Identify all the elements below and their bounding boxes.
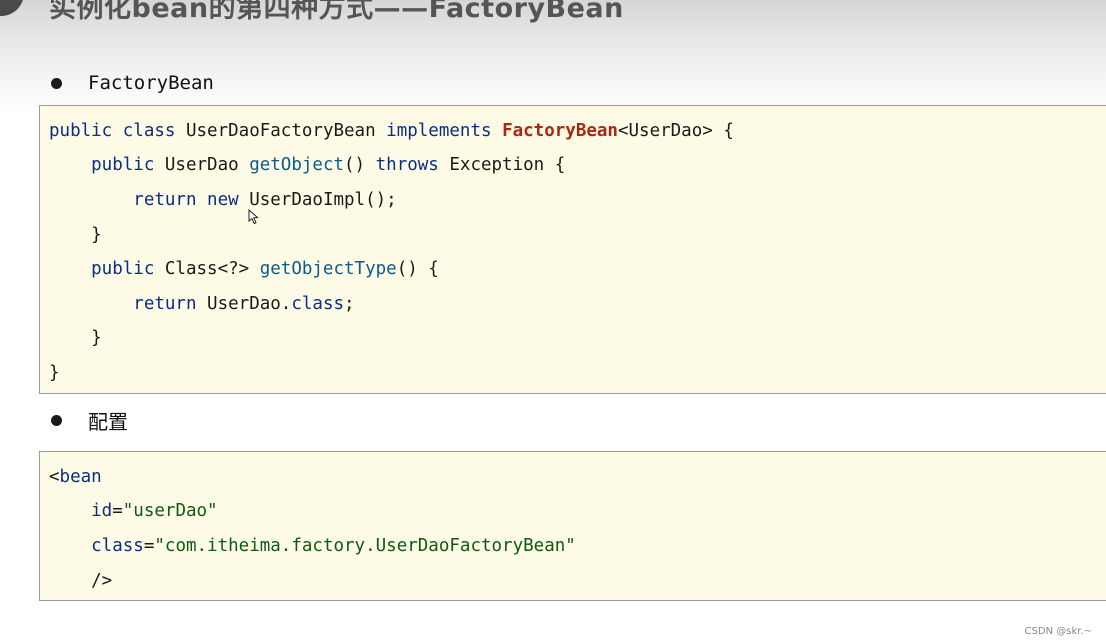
code-line: <bean — [49, 465, 102, 489]
code-text: UserDao. — [196, 294, 292, 314]
code-text: Exception { — [438, 155, 566, 175]
xml-tag: bean — [59, 467, 102, 487]
code-line: return new UserDaoImpl(); — [49, 188, 397, 212]
bullet-label: FactoryBean — [88, 72, 214, 94]
code-keyword: throws — [375, 155, 439, 175]
code-line: public Class<?> getObjectType() { — [49, 257, 439, 281]
code-text: ; — [344, 294, 355, 314]
xml-attribute: class — [49, 536, 144, 556]
code-line: return UserDao.class; — [49, 292, 355, 316]
code-keyword: return new — [49, 190, 239, 210]
code-text: } — [49, 225, 102, 245]
code-text: /> — [49, 571, 113, 591]
bullet-config: 配置 — [51, 406, 128, 435]
code-keyword: class — [291, 294, 345, 314]
xml-attribute: id — [49, 501, 113, 521]
code-method: getObject — [249, 155, 345, 175]
code-text: () — [344, 155, 376, 175]
watermark: CSDN @skr.~ — [1024, 626, 1092, 637]
code-text: UserDao — [154, 155, 250, 175]
code-line: } — [49, 223, 102, 247]
code-line: } — [49, 361, 60, 385]
code-keyword: implements — [386, 121, 492, 141]
code-highlight: FactoryBean — [502, 121, 618, 141]
bullet-dot-icon — [51, 415, 62, 426]
bullet-dot-icon — [51, 77, 62, 89]
code-text: } — [49, 328, 102, 348]
java-code-block: public class UserDaoFactoryBean implemen… — [39, 105, 1106, 394]
code-line: public class UserDaoFactoryBean implemen… — [49, 119, 734, 143]
xml-value: "com.itheima.factory.UserDaoFactoryBean" — [154, 536, 576, 556]
code-line: id="userDao" — [49, 499, 218, 523]
code-text: < — [49, 467, 60, 487]
code-keyword: public — [49, 155, 155, 175]
code-keyword: return — [49, 294, 197, 314]
code-keyword: public class — [49, 121, 176, 141]
bullet-factorybean: FactoryBean — [51, 72, 214, 94]
code-line: class="com.itheima.factory.UserDaoFactor… — [49, 534, 576, 558]
xml-value: "userDao" — [122, 501, 218, 521]
code-line: /> — [49, 569, 112, 593]
code-text: UserDaoFactoryBean — [175, 121, 387, 141]
code-keyword: public — [49, 259, 155, 279]
code-text: = — [112, 501, 123, 521]
code-line: public UserDao getObject() throws Except… — [49, 153, 565, 177]
slide-page: 实例化bean的第四种方式——FactoryBean FactoryBean p… — [0, 0, 1106, 643]
code-text: } — [49, 363, 60, 383]
code-text: () { — [396, 259, 439, 279]
code-text: UserDaoImpl(); — [238, 190, 397, 210]
mouse-pointer-icon — [248, 209, 259, 225]
code-text: <UserDao> { — [617, 121, 734, 141]
code-line: } — [49, 326, 102, 350]
xml-code-block: <bean id="userDao" class="com.itheima.fa… — [39, 451, 1106, 601]
code-method: getObjectType — [259, 259, 397, 279]
code-text: Class<?> — [154, 259, 260, 279]
code-text: = — [143, 536, 155, 556]
bullet-label: 配置 — [88, 410, 128, 434]
slide-title: 实例化bean的第四种方式——FactoryBean — [49, 0, 624, 24]
